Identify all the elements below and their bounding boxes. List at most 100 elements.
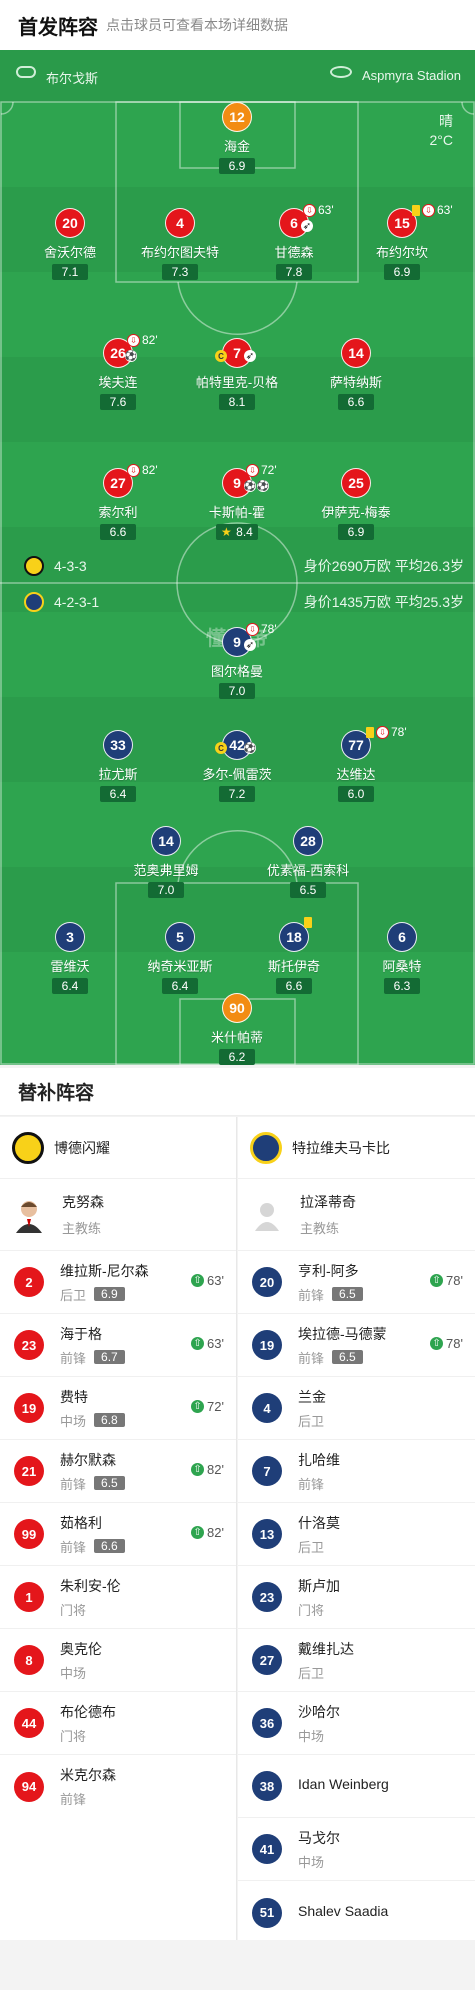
sub-player-row[interactable]: 44 布伦德布 门将 <box>0 1692 236 1755</box>
player-number: 94 <box>14 1771 44 1802</box>
sub-player-row[interactable]: 1 朱利安-伦 门将 <box>0 1566 236 1629</box>
substitution-event: ⇩ 78' <box>246 622 277 636</box>
home-player-card[interactable]: 25 伊萨克-梅泰 6.9 <box>296 468 416 541</box>
home-player-card[interactable]: 12 海金 6.9 <box>177 102 297 175</box>
player-number: 27 <box>252 1645 282 1675</box>
sub-out-icon: ⇩ <box>303 203 316 217</box>
home-player-card[interactable]: 4 布约尔图夫特 7.3 <box>120 208 240 281</box>
sub-player-row[interactable]: 13 什洛莫 后卫 <box>238 1503 475 1566</box>
away-player-card[interactable]: 14 范奥弗里姆 7.0 <box>106 826 226 899</box>
player-name: 多尔-佩雷茨 <box>202 767 272 782</box>
sub-player-row[interactable]: 8 奥克伦 中场 <box>0 1629 236 1692</box>
home-player-card[interactable]: 7 帕特里克-贝格 8.1 ➶ C <box>177 338 297 411</box>
player-name: 雷维沃 <box>50 959 90 974</box>
sub-player-row[interactable]: 41 马戈尔 中场 <box>238 1818 475 1881</box>
sub-player-row[interactable]: 7 扎哈维 前锋 <box>238 1440 475 1503</box>
assist-event: ➶ <box>244 639 256 651</box>
home-player-card[interactable]: 26 埃夫连 7.6 ⇩ 82' ⚽ <box>58 333 178 411</box>
player-number: 23 <box>14 1330 44 1360</box>
home-player-card[interactable]: 9 卡斯帕-霍 8.4 ⇩ 72' ⚽ ⚽ ★ <box>177 463 297 541</box>
away-club-row[interactable]: 特拉维夫马卡比 <box>238 1117 475 1179</box>
away-player-card[interactable]: 6 阿桑特 6.3 <box>342 922 462 995</box>
home-player-card[interactable]: 15 布约尔坎 6.9 ⇩ 63' <box>342 203 462 281</box>
sub-in-time: ⇧ 72' <box>191 1399 224 1414</box>
sub-player-row[interactable]: 21 赫尔默森 前锋 6.5 ⇧ 82' <box>0 1440 236 1503</box>
player-rating: 6.6 <box>100 524 136 540</box>
away-coach-row[interactable]: 拉泽蒂奇 主教练 <box>238 1179 475 1251</box>
sub-in-time: ⇧ 78' <box>430 1336 463 1351</box>
sub-player-row[interactable]: 99 茹格利 前锋 6.6 ⇧ 82' <box>0 1503 236 1566</box>
home-coach-row[interactable]: 克努森 主教练 <box>0 1179 236 1251</box>
sub-player-row[interactable]: 20 亨利-阿多 前锋 6.5 ⇧ 78' <box>238 1251 475 1314</box>
sub-in-time: ⇧ 82' <box>191 1525 224 1540</box>
player-rating: 6.0 <box>338 786 374 802</box>
player-name: 布伦德布 <box>60 1703 116 1720</box>
player-rating: 6.2 <box>219 1049 255 1065</box>
player-rating: 7.6 <box>100 394 136 410</box>
captain-icon: C <box>215 742 227 754</box>
player-position: 前锋 <box>60 1539 87 1555</box>
player-number: 14 <box>341 338 371 368</box>
substitution-event: ⇩ 82' <box>127 333 158 347</box>
substitution-event: ⇩ 82' <box>127 463 158 477</box>
player-position: 前锋 <box>298 1350 325 1366</box>
sub-player-row[interactable]: 4 兰金 后卫 <box>238 1377 475 1440</box>
sub-player-row[interactable]: 27 戴维扎达 后卫 <box>238 1629 475 1692</box>
away-club-logo-icon <box>250 1131 282 1164</box>
player-number: 5 <box>165 922 195 952</box>
player-name: 赫尔默森 <box>60 1451 116 1468</box>
home-player-card[interactable]: 14 萨特纳斯 6.6 <box>296 338 416 411</box>
player-position: 前锋 <box>298 1476 325 1492</box>
sub-player-row[interactable]: 19 费特 中场 6.8 ⇧ 72' <box>0 1377 236 1440</box>
player-rating: 7.8 <box>276 264 312 280</box>
lineup-title: 首发阵容 <box>18 16 98 39</box>
away-player-card[interactable]: 18 斯托伊奇 6.6 <box>234 917 354 995</box>
player-name: Idan Weinberg <box>298 1776 389 1792</box>
away-player-card[interactable]: 33 拉尤斯 6.4 <box>58 730 178 803</box>
home-club-row[interactable]: 博德闪耀 <box>0 1117 236 1179</box>
player-number: 14 <box>151 826 181 856</box>
player-name: 米克尔森 <box>60 1767 116 1783</box>
away-player-card[interactable]: 5 纳奇米亚斯 6.4 <box>120 922 240 995</box>
home-player-card[interactable]: 27 索尔利 6.6 ⇩ 82' <box>58 463 178 541</box>
player-number: 7 <box>252 1456 282 1486</box>
player-name: 布约尔图夫特 <box>140 245 219 260</box>
away-player-card[interactable]: 77 达维达 6.0 ⇩ 78' <box>296 725 416 803</box>
away-player-card[interactable]: 28 优素福-西索科 6.5 <box>248 826 368 899</box>
boot-icon: ➶ <box>244 350 256 362</box>
sub-in-icon: ⇧ <box>191 1526 205 1539</box>
player-number: 99 <box>14 1519 44 1549</box>
away-player-card[interactable]: 9 图尔格曼 7.0 ⇩ 78' ➶ <box>177 622 297 700</box>
player-position: 中场 <box>298 1728 325 1744</box>
away-player-card[interactable]: 3 雷维沃 6.4 <box>10 922 130 995</box>
player-number: 33 <box>103 730 133 760</box>
player-name: 海于格 <box>60 1325 102 1342</box>
sub-player-row[interactable]: 51 Shalev Saadia <box>238 1881 475 1944</box>
star-icon: ★ <box>221 525 232 539</box>
player-position: 后卫 <box>60 1287 87 1303</box>
home-player-card[interactable]: 6 甘德森 7.8 ⇩ 63' ➶ <box>234 203 354 281</box>
sub-player-row[interactable]: 19 埃拉德-马德蒙 前锋 6.5 ⇧ 78' <box>238 1314 475 1377</box>
sub-player-row[interactable]: 23 斯卢加 门将 <box>238 1566 475 1629</box>
player-position: 前锋 <box>298 1287 325 1303</box>
player-name: 帕特里克-贝格 <box>195 375 279 390</box>
sub-player-row[interactable]: 2 维拉斯-尼尔森 后卫 6.9 ⇧ 63' <box>0 1251 236 1314</box>
sub-out-icon: ⇩ <box>246 463 259 477</box>
player-position: 中场 <box>60 1665 87 1681</box>
player-rating: 7.0 <box>219 683 255 699</box>
player-rating: 8.1 <box>219 394 255 410</box>
player-number: 1 <box>14 1582 44 1612</box>
away-player-card[interactable]: 42 多尔-佩雷茨 7.2 ⚽ C <box>177 730 297 803</box>
sub-player-row[interactable]: 23 海于格 前锋 6.7 ⇧ 63' <box>0 1314 236 1377</box>
sub-player-row[interactable]: 36 沙哈尔 中场 <box>238 1692 475 1755</box>
player-name: 米什帕蒂 <box>210 1030 263 1045</box>
away-player-card[interactable]: 90 米什帕蒂 6.2 <box>177 993 297 1065</box>
weather-info: 晴 2°C <box>430 112 454 150</box>
sub-player-row[interactable]: 94 米克尔森 前锋 <box>0 1755 236 1818</box>
player-position: 后卫 <box>298 1665 325 1681</box>
player-rating: 6.9 <box>94 1287 125 1301</box>
home-player-card[interactable]: 20 舍沃尔德 7.1 <box>10 208 130 281</box>
sub-player-row[interactable]: 38 Idan Weinberg <box>238 1755 475 1818</box>
player-name: 沙哈尔 <box>298 1703 340 1720</box>
player-rating: 6.5 <box>332 1350 363 1364</box>
